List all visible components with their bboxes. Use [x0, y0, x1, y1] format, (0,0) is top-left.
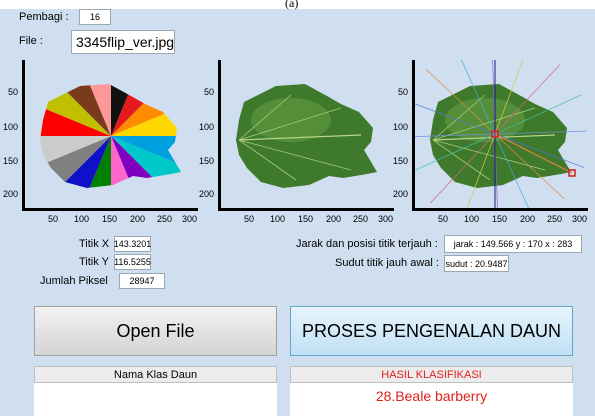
result-value: 28.Beale barberry [375, 388, 488, 404]
plot2-y-tick: 50 [204, 87, 215, 97]
plot1-y-tick: 100 [3, 122, 19, 132]
file-name-field[interactable]: 3345flip_ver.jpg [71, 30, 175, 54]
plot3-y-tick: 100 [393, 122, 409, 132]
figure-caption: (a) [285, 0, 299, 10]
app-window: (a) Pembagi : 16 File : 3345flip_ver.jpg… [0, 0, 595, 416]
plot3-x-tick: 200 [520, 214, 536, 224]
plot1-x-tick: 150 [102, 214, 118, 224]
plot2-y-tick: 200 [199, 189, 215, 199]
plot3-x-axis [412, 208, 588, 211]
plot1-x-tick: 300 [182, 214, 198, 224]
result-header: HASIL KLASIFIKASI [290, 366, 573, 383]
jarak-label: Jarak dan posisi titik terjauh : [296, 238, 438, 250]
pembagi-label: Pembagi : [19, 11, 69, 23]
plot3-x-tick: 250 [547, 214, 563, 224]
plot3-y-tick: 50 [398, 87, 409, 97]
plot3-x-tick: 50 [438, 214, 449, 224]
plot2-x-axis [218, 208, 394, 211]
class-name-header: Nama Klas Daun [34, 366, 277, 383]
titik-x-value: 143.3201 [114, 236, 151, 252]
plot1-wedge-group [40, 84, 181, 188]
plot2-x-tick: 250 [353, 214, 369, 224]
open-file-button[interactable]: Open File [34, 306, 277, 356]
plot2-canvas [236, 84, 377, 188]
titik-y-label: Titik Y [79, 256, 109, 268]
plot1-y-tick: 200 [3, 189, 19, 199]
plot1-y-tick: 50 [8, 87, 19, 97]
plot2-x-tick: 300 [378, 214, 394, 224]
plot1-x-tick: 50 [48, 214, 59, 224]
plot2-x-tick: 150 [298, 214, 314, 224]
result-panel: 28.Beale barberry [290, 383, 573, 416]
jumlah-piksel-value: 28947 [119, 273, 165, 289]
plot3-canvas [415, 60, 587, 208]
class-name-panel [34, 383, 277, 416]
plot1-x-tick: 250 [157, 214, 173, 224]
sudut-label: Sudut titik jauh awal : [335, 257, 439, 269]
file-label: File : [19, 35, 43, 47]
plot2-x-tick: 50 [244, 214, 255, 224]
plot1-x-tick: 100 [74, 214, 90, 224]
pembagi-input[interactable]: 16 [79, 9, 111, 25]
process-recognition-button[interactable]: PROSES PENGENALAN DAUN [290, 306, 573, 356]
plot3-x-tick: 100 [464, 214, 480, 224]
jumlah-piksel-label: Jumlah Piksel [40, 275, 108, 287]
figure-caption-strip: (a) [0, 0, 595, 10]
plot2-x-tick: 200 [326, 214, 342, 224]
plot3-x-tick: 150 [492, 214, 508, 224]
plot2-y-tick: 100 [199, 122, 215, 132]
plot3-x-tick: 300 [572, 214, 588, 224]
plot2-y-tick: 150 [199, 156, 215, 166]
plot1-y-tick: 150 [3, 156, 19, 166]
jarak-value: jarak : 149.566 y : 170 x : 283 [444, 235, 582, 253]
plot3-y-tick: 150 [393, 156, 409, 166]
sudut-value: sudut : 20.9487 [444, 255, 509, 272]
plot1-x-tick: 200 [130, 214, 146, 224]
plot2-x-tick: 100 [270, 214, 286, 224]
plot2-leaf-highlight [251, 98, 331, 142]
plot1-canvas [40, 84, 181, 188]
titik-y-value: 116.5255 [114, 254, 151, 270]
titik-x-label: Titik X [79, 238, 110, 250]
plot1-x-axis [22, 208, 198, 211]
plot3-y-tick: 200 [393, 189, 409, 199]
